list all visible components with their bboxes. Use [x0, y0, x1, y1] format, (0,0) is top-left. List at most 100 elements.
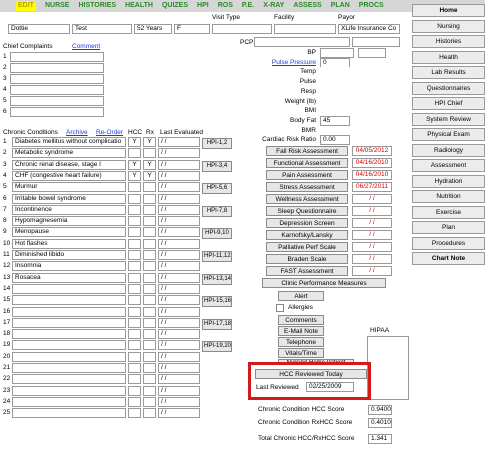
condition-rx-field[interactable]: [143, 306, 156, 317]
bp-systolic-field[interactable]: [320, 48, 354, 58]
complaint-field[interactable]: [10, 107, 104, 117]
condition-hcc-field[interactable]: [128, 295, 141, 306]
condition-rx-field[interactable]: Y: [143, 170, 156, 181]
condition-hcc-field[interactable]: [128, 283, 141, 294]
assessment-date-field[interactable]: 04/16/2010: [352, 158, 392, 168]
condition-field[interactable]: [12, 385, 126, 396]
condition-field[interactable]: Rosacea: [12, 272, 126, 283]
nav-exercise[interactable]: Exercise: [412, 205, 485, 219]
hpi-button[interactable]: HPI-13,14: [202, 273, 232, 285]
nav-nutrition[interactable]: Nutrition: [412, 190, 485, 203]
condition-rx-field[interactable]: [143, 182, 156, 193]
nav-system-review[interactable]: System Review: [412, 112, 485, 126]
condition-field[interactable]: Hot flashes: [12, 238, 126, 249]
condition-date-field[interactable]: / /: [158, 340, 200, 351]
condition-date-field[interactable]: / /: [158, 238, 200, 249]
complaint-field[interactable]: [10, 96, 104, 106]
condition-rx-field[interactable]: [143, 272, 156, 283]
reorder-link[interactable]: Re-Order: [96, 128, 123, 137]
condition-date-field[interactable]: / /: [158, 272, 200, 283]
assessment-date-field[interactable]: 06/27/2011: [352, 182, 392, 192]
condition-field[interactable]: Chronic renal disease, stage I: [12, 159, 126, 170]
condition-rx-field[interactable]: Y: [143, 159, 156, 170]
condition-date-field[interactable]: / /: [158, 159, 200, 170]
condition-date-field[interactable]: / /: [158, 216, 200, 227]
age-field[interactable]: 52 Years: [134, 24, 172, 34]
assessment-button[interactable]: FAST Assessment: [266, 266, 348, 276]
condition-field[interactable]: Diabetes mellitus without complicatio: [12, 137, 126, 147]
tab-assess[interactable]: ASSESS: [293, 1, 321, 11]
assessment-button[interactable]: Stress Assessment: [266, 182, 348, 192]
bmi-field[interactable]: [320, 106, 350, 117]
condition-field[interactable]: [12, 340, 126, 351]
last-name-field[interactable]: Test: [72, 24, 132, 34]
condition-rx-field[interactable]: [143, 193, 156, 204]
condition-hcc-field[interactable]: [128, 193, 141, 204]
visit-type-field[interactable]: [212, 24, 272, 34]
nav-nursing[interactable]: Nursing: [412, 19, 485, 33]
nav-home[interactable]: Home: [412, 4, 485, 17]
condition-rx-field[interactable]: [143, 317, 156, 328]
nav-histories[interactable]: Histories: [412, 35, 485, 48]
condition-field[interactable]: Metabolic syndrome: [12, 148, 126, 159]
condition-field[interactable]: [12, 306, 126, 317]
condition-rx-field[interactable]: [143, 261, 156, 272]
assessment-button[interactable]: Palliative Perf Scale: [266, 242, 348, 252]
condition-hcc-field[interactable]: [128, 261, 141, 272]
condition-date-field[interactable]: / /: [158, 329, 200, 340]
condition-rx-field[interactable]: [143, 363, 156, 373]
condition-rx-field[interactable]: [143, 283, 156, 294]
nav-chart-note[interactable]: Chart Note: [412, 252, 485, 265]
condition-rx-field[interactable]: [143, 238, 156, 249]
condition-field[interactable]: Diminished libido: [12, 250, 126, 260]
condition-date-field[interactable]: / /: [158, 374, 200, 385]
condition-date-field[interactable]: / /: [158, 306, 200, 317]
facility-field[interactable]: [274, 24, 336, 34]
condition-date-field[interactable]: / /: [158, 408, 200, 419]
hpi-button[interactable]: HPI-3,4: [202, 160, 232, 172]
pulse-field[interactable]: [320, 77, 350, 88]
assessment-date-field[interactable]: / /: [352, 206, 392, 216]
condition-hcc-field[interactable]: [128, 204, 141, 215]
first-name-field[interactable]: Dottie: [8, 24, 70, 34]
email-note-button[interactable]: E-Mail Note: [278, 326, 324, 336]
assessment-button[interactable]: Braden Scale: [266, 254, 348, 264]
condition-rx-field[interactable]: [143, 385, 156, 396]
tab-histories[interactable]: HISTORIES: [78, 1, 116, 11]
condition-rx-field[interactable]: [143, 340, 156, 351]
pulse-pressure-label[interactable]: Pulse Pressure: [272, 58, 316, 67]
assessment-button[interactable]: Wellness Assessment: [266, 194, 348, 204]
condition-rx-field[interactable]: [143, 396, 156, 407]
condition-hcc-field[interactable]: [128, 272, 141, 283]
hpi-button[interactable]: HPI-7,8: [202, 205, 232, 217]
condition-rx-field[interactable]: [143, 295, 156, 306]
condition-date-field[interactable]: / /: [158, 261, 200, 272]
condition-hcc-field[interactable]: [128, 306, 141, 317]
assessment-button[interactable]: Depression Screen: [266, 218, 348, 228]
alert-button[interactable]: Alert: [278, 291, 324, 301]
condition-hcc-field[interactable]: [128, 238, 141, 249]
condition-date-field[interactable]: / /: [158, 182, 200, 193]
condition-rx-field[interactable]: [143, 351, 156, 362]
condition-hcc-field[interactable]: [128, 408, 141, 419]
assessment-date-field[interactable]: / /: [352, 254, 392, 264]
complaint-field[interactable]: [10, 63, 104, 73]
condition-field[interactable]: [12, 329, 126, 340]
condition-field[interactable]: Murmur: [12, 182, 126, 193]
nav-radiology[interactable]: Radiology: [412, 143, 485, 157]
assessment-date-field[interactable]: / /: [352, 242, 392, 252]
assessment-date-field[interactable]: / /: [352, 194, 392, 204]
nav-hpi-chief[interactable]: HPI Chief: [412, 97, 485, 110]
condition-field[interactable]: Hypomagnesemia: [12, 216, 126, 227]
assessment-date-field[interactable]: 04/05/2012: [352, 146, 392, 156]
condition-date-field[interactable]: / /: [158, 204, 200, 215]
vitals-time-button[interactable]: Vitals/Time: [278, 348, 324, 358]
nav-physical-exam[interactable]: Physical Exam: [412, 128, 485, 141]
tab-ros[interactable]: ROS: [218, 1, 233, 11]
condition-field[interactable]: CHF (congestive heart failure): [12, 170, 126, 181]
payor-field[interactable]: XLife Insurance Co: [338, 24, 400, 34]
assessment-button[interactable]: Fall Risk Assessment: [266, 146, 348, 156]
assessment-date-field[interactable]: / /: [352, 230, 392, 240]
tab-health[interactable]: HEALTH: [125, 1, 153, 11]
condition-hcc-field[interactable]: [128, 227, 141, 238]
